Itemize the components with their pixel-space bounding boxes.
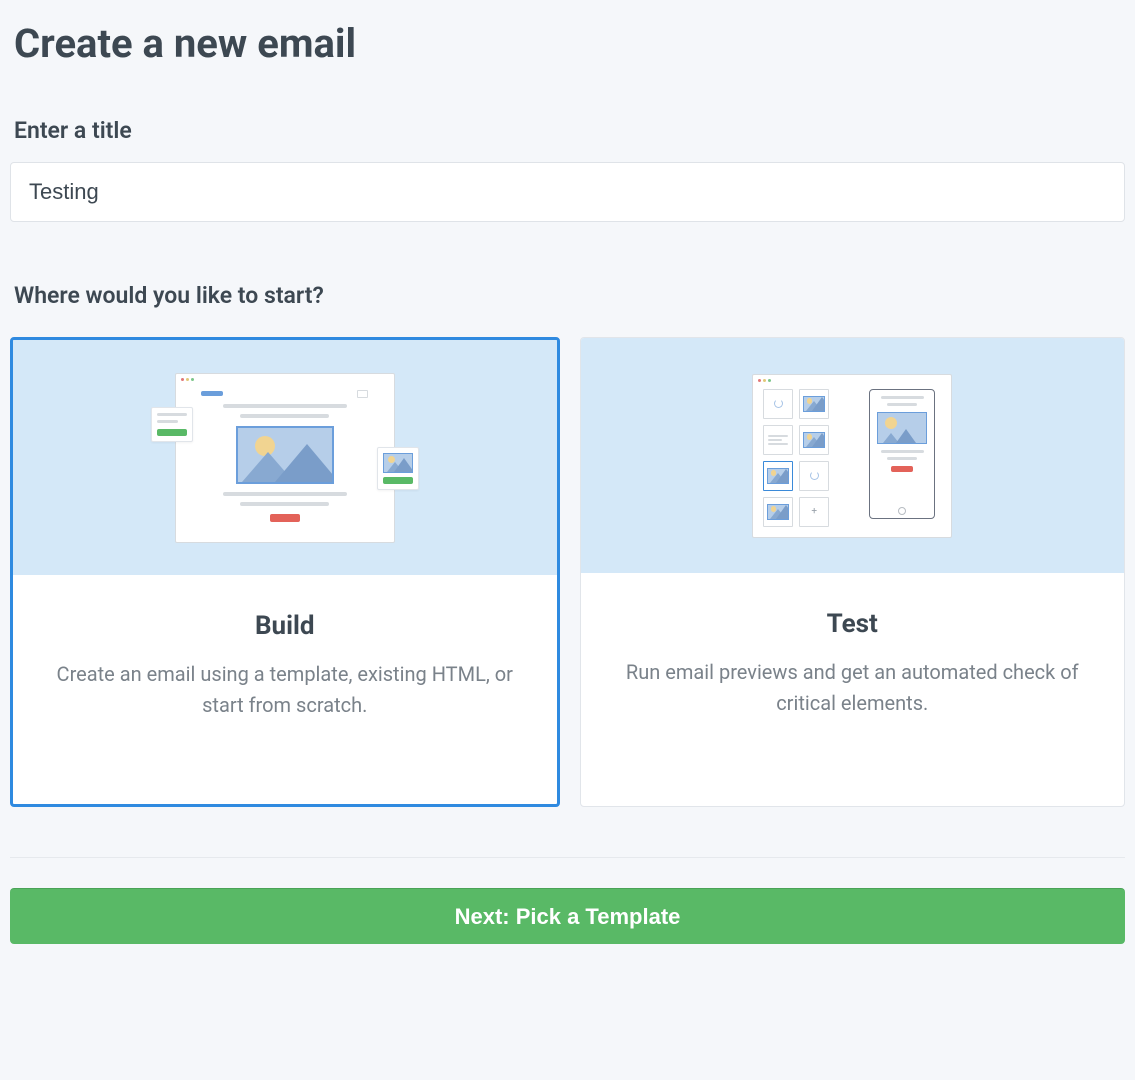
test-thumb-grid-icon: +: [763, 389, 829, 527]
test-window-icon: +: [752, 374, 952, 538]
test-card-description: Run email previews and get an automated …: [605, 657, 1101, 719]
next-button[interactable]: Next: Pick a Template: [10, 888, 1125, 944]
test-illustration: +: [581, 338, 1125, 573]
build-window-icon: [175, 373, 395, 543]
start-label: Where would you like to start?: [14, 282, 1125, 309]
build-illustration: [13, 340, 557, 575]
build-card-description: Create an email using a template, existi…: [37, 659, 533, 721]
footer-divider: [10, 857, 1125, 858]
build-right-chip-icon: [377, 447, 419, 490]
title-label: Enter a title: [14, 117, 1125, 144]
build-left-chip-icon: [151, 407, 193, 442]
start-section: Where would you like to start?: [10, 282, 1125, 807]
title-input[interactable]: [10, 162, 1125, 222]
option-card-test[interactable]: + Test: [580, 337, 1126, 807]
title-section: Enter a title: [10, 117, 1125, 222]
phone-preview-icon: [869, 389, 935, 519]
option-card-row: Build Create an email using a template, …: [10, 337, 1125, 807]
option-card-build[interactable]: Build Create an email using a template, …: [10, 337, 560, 807]
page-title: Create a new email: [14, 20, 1125, 67]
build-card-title: Build: [37, 611, 533, 641]
test-card-title: Test: [605, 609, 1101, 639]
